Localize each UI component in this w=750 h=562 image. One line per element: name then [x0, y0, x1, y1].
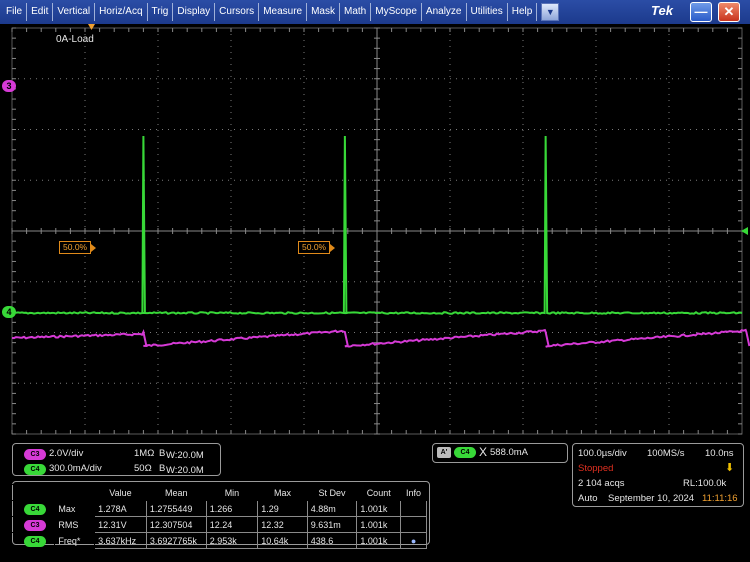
- menu-vertical[interactable]: Vertical: [53, 3, 96, 21]
- meas-row-badge: C4: [24, 503, 46, 515]
- close-icon[interactable]: ✕: [718, 2, 740, 22]
- meas-cell-max: 1.29: [257, 500, 308, 517]
- measurements-table: Value Mean Min Max St Dev Count Info C4 …: [10, 484, 427, 549]
- ch3-ground-marker[interactable]: 3: [2, 80, 16, 92]
- ch4-badge[interactable]: C4: [24, 464, 46, 475]
- ch4-bandwidth: W:20.0M: [166, 465, 204, 476]
- ch3-scale: 2.0V/div: [49, 448, 84, 459]
- time-per-division: 100.0µs/div: [578, 448, 627, 459]
- info-icon[interactable]: ●: [400, 532, 427, 549]
- menu-analyze[interactable]: Analyze: [422, 3, 467, 21]
- resolution: 10.0ns: [705, 448, 734, 459]
- meas-header-max: Max: [257, 484, 308, 501]
- table-row[interactable]: C4 Freq* 3.637kHz 3.6927765k 2.953k 10.6…: [10, 532, 427, 549]
- ch3-waveform: [11, 328, 750, 348]
- table-row[interactable]: C4 Max 1.278A 1.2755449 1.266 1.29 4.88m…: [10, 500, 427, 517]
- ch3-bandwidth: W:20.0M: [166, 450, 204, 461]
- meas-cell-count: 1.001k: [356, 532, 402, 549]
- meas-cell-mean: 1.2755449: [145, 500, 207, 517]
- menu-trig[interactable]: Trig: [148, 3, 174, 21]
- measurements-box[interactable]: Value Mean Min Max St Dev Count Info C4 …: [10, 481, 430, 549]
- table-row[interactable]: C3 RMS 12.31V 12.307504 12.24 12.32 9.63…: [10, 516, 427, 533]
- cursor-label-1[interactable]: 50.0%: [59, 241, 97, 254]
- meas-cell-stdev: 438.6: [306, 532, 358, 549]
- menu-display[interactable]: Display: [173, 3, 216, 21]
- brand-logo: Tek: [651, 3, 673, 18]
- meas-cell-stdev: 9.631m: [306, 516, 358, 533]
- meas-cell-min: 1.266: [205, 500, 259, 517]
- menu-myscope[interactable]: MyScope: [371, 3, 422, 21]
- date: September 10, 2024: [608, 493, 695, 504]
- menu-horiz-acq[interactable]: Horiz/Acq: [95, 3, 148, 21]
- ch4-scale: 300.0mA/div: [49, 463, 102, 474]
- ch4-bw-label: B: [159, 463, 166, 474]
- meas-cell-min: 12.24: [205, 516, 259, 533]
- menu-math[interactable]: Math: [340, 3, 372, 21]
- meas-header-value: Value: [94, 484, 147, 501]
- menu-bar: File Edit Vertical Horiz/Acq Trig Displa…: [0, 0, 750, 24]
- meas-header-badge: [10, 484, 56, 501]
- meas-cell-info: [400, 500, 427, 517]
- cursor-label-2[interactable]: 50.0%: [298, 241, 336, 254]
- menu-cursors[interactable]: Cursors: [215, 3, 260, 21]
- sample-rate: 100MS/s: [647, 448, 685, 459]
- trigger-status-icon: ⬇: [725, 462, 735, 474]
- waveform-title-label: 0A-Load: [56, 34, 94, 45]
- meas-row-badge: C3: [24, 519, 46, 531]
- meas-header-min: Min: [205, 484, 259, 501]
- ch3-bw-label: B: [159, 448, 166, 459]
- ch3-badge[interactable]: C3: [24, 449, 46, 460]
- channel-settings-box[interactable]: C3 2.0V/div 1MΩ B W:20.0M C4 300.0mA/div…: [12, 443, 221, 476]
- acquisition-count: 2 104 acqs: [578, 478, 625, 489]
- meas-cell-value: 1.278A: [94, 500, 147, 517]
- meas-header-name: [54, 484, 96, 501]
- trigger-position-icon: [88, 24, 95, 30]
- meas-cell-max: 10.64k: [257, 532, 308, 549]
- meas-cell-mean: 12.307504: [145, 516, 207, 533]
- ch4-impedance: 50Ω: [134, 463, 152, 474]
- trigger-a-badge: A': [437, 447, 451, 458]
- trigger-source-badge: C4: [454, 447, 476, 458]
- trigger-mode: Auto: [578, 493, 598, 504]
- acquisition-state: Stopped: [578, 463, 614, 474]
- meas-row-name: Freq*: [54, 532, 96, 549]
- meas-cell-value: 3.637kHz: [94, 532, 147, 549]
- meas-cell-value: 12.31V: [94, 516, 147, 533]
- menu-measure[interactable]: Measure: [259, 3, 308, 21]
- ch4-ground-marker[interactable]: 4: [2, 306, 16, 318]
- trigger-slope-icon: X: [479, 445, 488, 459]
- acquisition-box[interactable]: 100.0µs/div 100MS/s 10.0ns Stopped ⬇ 2 1…: [572, 443, 744, 507]
- meas-cell-mean: 3.6927765k: [145, 532, 207, 549]
- meas-header-stdev: St Dev: [306, 484, 358, 501]
- meas-header-info: Info: [400, 484, 427, 501]
- waveform-display[interactable]: 0A-Load 50.0% 50.0% 3 4: [0, 24, 750, 438]
- meas-cell-count: 1.001k: [356, 516, 402, 533]
- meas-cell-min: 2.953k: [205, 532, 259, 549]
- meas-row-name: RMS: [54, 516, 96, 533]
- menu-help[interactable]: Help: [508, 3, 538, 21]
- time: 11:11:16: [702, 493, 738, 504]
- menu-edit[interactable]: Edit: [27, 3, 54, 21]
- meas-header-count: Count: [356, 484, 402, 501]
- meas-cell-stdev: 4.88m: [306, 500, 358, 517]
- meas-row-badge: C4: [24, 535, 46, 547]
- ch3-impedance: 1MΩ: [134, 448, 155, 459]
- menu-file[interactable]: File: [2, 3, 28, 21]
- trigger-box[interactable]: A' C4 X 588.0mA: [432, 443, 568, 463]
- menu-dropdown-icon[interactable]: ▼: [541, 3, 560, 21]
- meas-cell-info: [400, 516, 427, 533]
- meas-header-mean: Mean: [145, 484, 207, 501]
- record-length: RL:100.0k: [683, 478, 727, 489]
- graticule: [11, 24, 750, 435]
- meas-cell-count: 1.001k: [356, 500, 402, 517]
- trigger-level: 588.0mA: [490, 447, 529, 458]
- menu-mask[interactable]: Mask: [307, 3, 340, 21]
- meas-cell-max: 12.32: [257, 516, 308, 533]
- menu-utilities[interactable]: Utilities: [467, 3, 508, 21]
- meas-row-name: Max: [54, 500, 96, 517]
- status-panel: C3 2.0V/div 1MΩ B W:20.0M C4 300.0mA/div…: [0, 438, 750, 562]
- minimize-icon[interactable]: —: [690, 2, 712, 22]
